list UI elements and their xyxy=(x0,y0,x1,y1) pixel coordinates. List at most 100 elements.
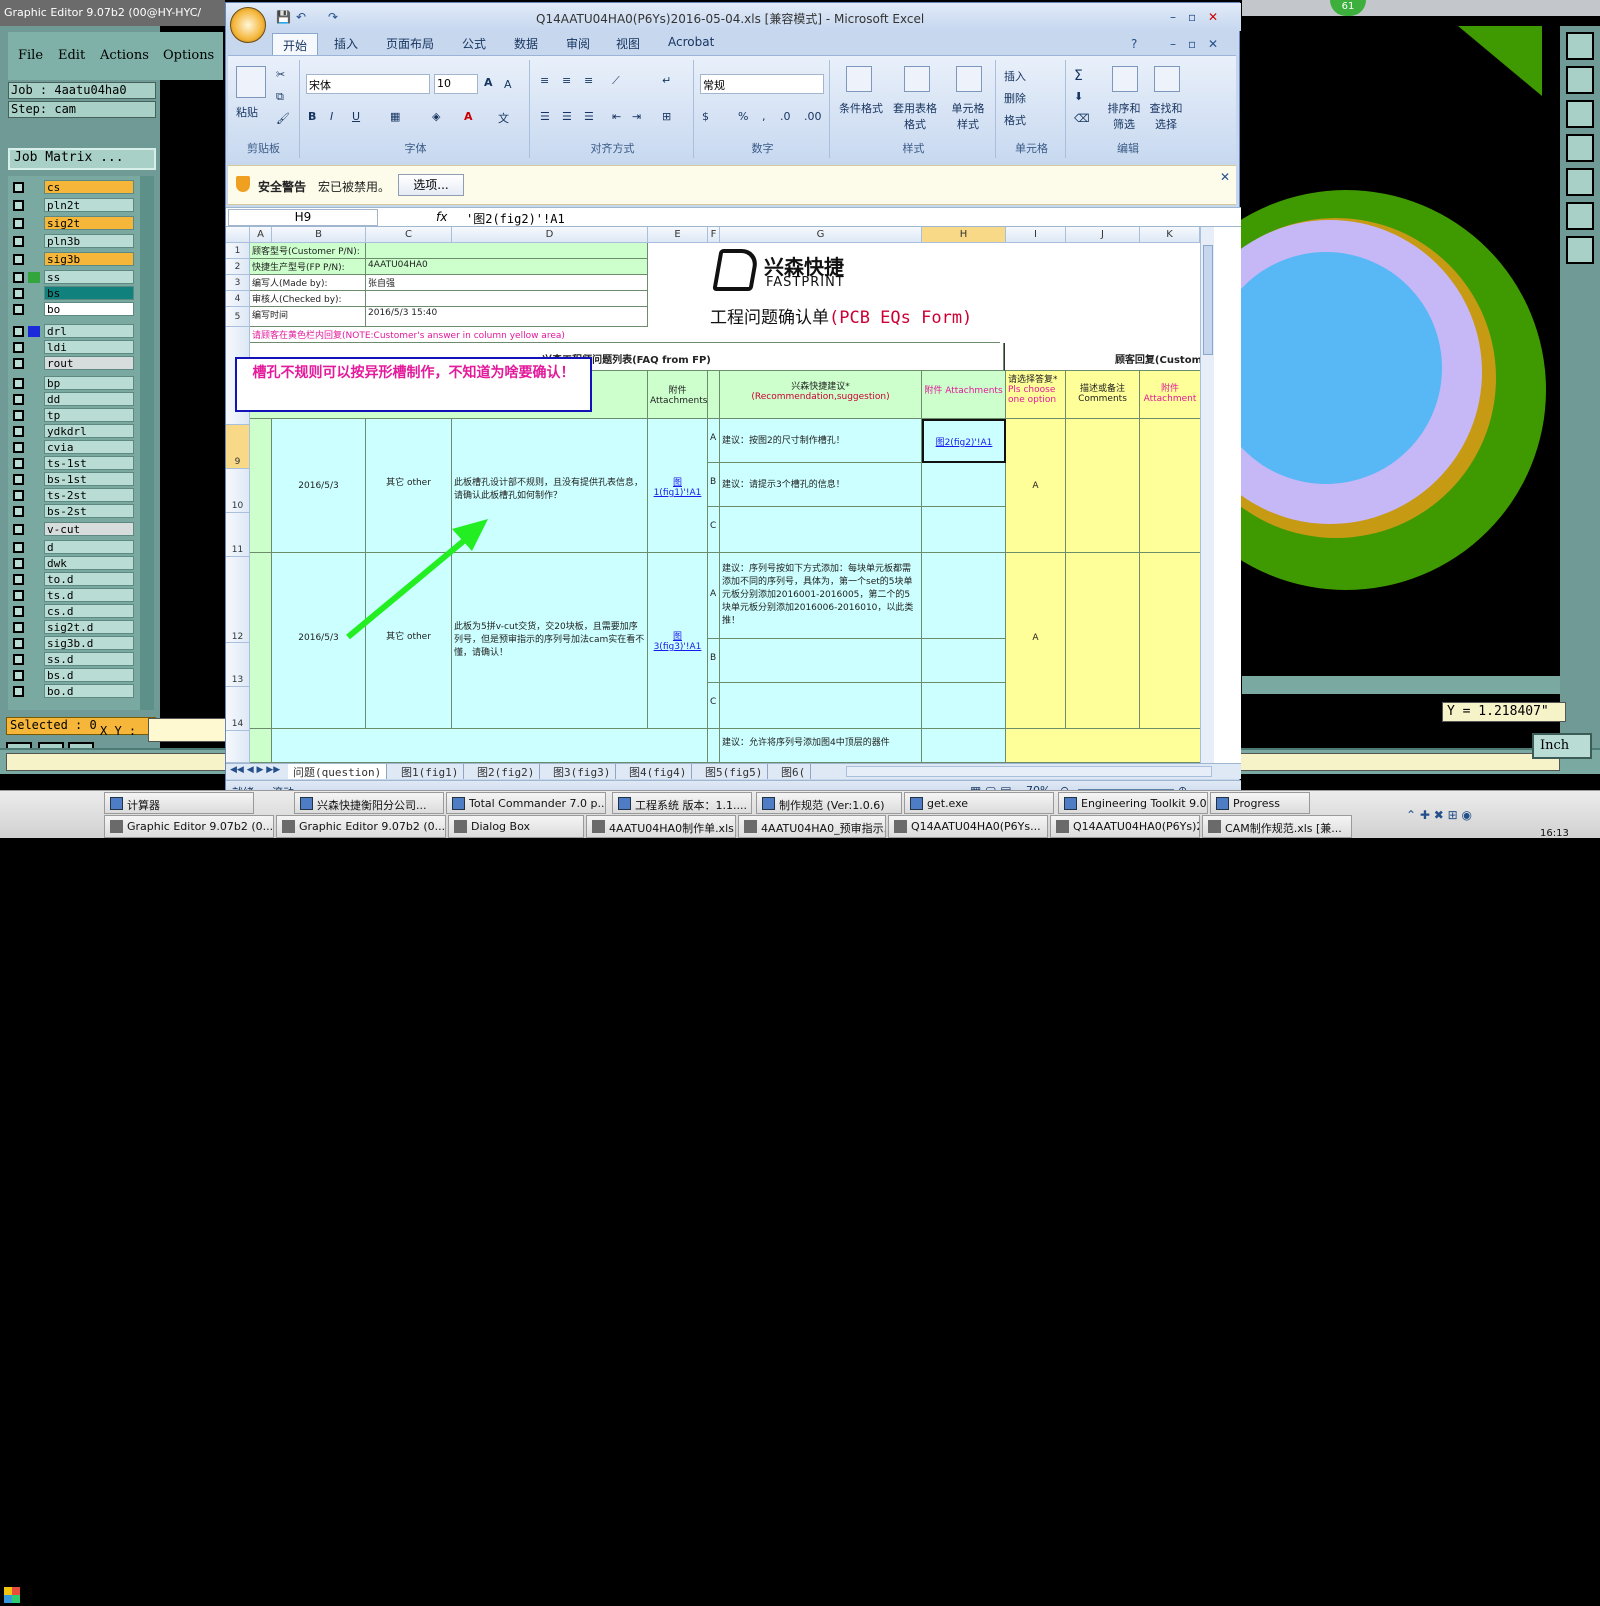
canvas-horizontal-scrollbar[interactable] xyxy=(1242,676,1560,694)
find-select-icon[interactable] xyxy=(1154,66,1180,92)
taskbar-item[interactable]: Engineering Toolkit 9.0... xyxy=(1058,792,1208,814)
layer-row-bs-1st[interactable]: bs-1st xyxy=(10,472,134,486)
row-header-9[interactable]: 9 xyxy=(226,425,250,469)
menu-actions[interactable]: Actions xyxy=(100,48,149,63)
layer-label[interactable]: ldi xyxy=(44,340,134,354)
tab-data[interactable]: 数据 xyxy=(514,35,538,52)
toolbar-button-4[interactable] xyxy=(1566,134,1594,162)
sort-filter-icon[interactable] xyxy=(1112,66,1138,92)
cell-made-time-value[interactable]: 2016/5/3 15:40 xyxy=(366,307,648,327)
column-header-a[interactable]: A xyxy=(250,227,272,243)
item2-attach-a[interactable] xyxy=(922,553,1006,639)
layer-checkbox[interactable] xyxy=(13,288,24,299)
layer-label[interactable]: pln2t xyxy=(44,198,134,212)
close-icon[interactable]: ✕ xyxy=(1208,10,1218,24)
row-header-14[interactable]: 14 xyxy=(226,687,250,731)
cell-style-label[interactable]: 单元格样式 xyxy=(948,100,988,132)
item1-selected-link[interactable]: 图2(fig2)'!A1 xyxy=(922,419,1006,463)
taskbar-item[interactable]: 4AATU04HA0_预审指示... xyxy=(738,815,886,838)
tab-home[interactable]: 开始 xyxy=(272,33,319,57)
layer-row-dd[interactable]: dd xyxy=(10,392,134,406)
xy-input[interactable] xyxy=(148,718,228,742)
layer-label[interactable]: sig2t xyxy=(44,216,134,230)
layer-checkbox[interactable] xyxy=(13,686,24,697)
toolbar-button-1[interactable] xyxy=(1566,32,1594,60)
item3-option[interactable] xyxy=(708,729,720,763)
row-header-13[interactable]: 13 xyxy=(226,643,250,687)
find-select-label[interactable]: 查找和选择 xyxy=(1146,100,1186,132)
layer-label[interactable]: sig2t.d xyxy=(44,620,134,634)
item1-suggestion-b[interactable]: 建议：请提示3个槽孔的信息！ xyxy=(720,463,922,507)
start-button[interactable]: 开始 xyxy=(2,1584,58,1606)
taskbar-item[interactable]: Graphic Editor 9.07b2 (0... xyxy=(104,815,274,838)
borders-icon[interactable]: ▦ xyxy=(390,110,400,123)
layer-row-cvia[interactable]: cvia xyxy=(10,440,134,454)
item2-attach-k[interactable] xyxy=(1140,553,1200,729)
doc-close-icon[interactable]: ✕ xyxy=(1208,37,1218,51)
item2-suggestion-c[interactable] xyxy=(720,683,922,729)
sheet-tab-fig6[interactable]: 图6( xyxy=(776,764,812,779)
layer-label[interactable]: ss.d xyxy=(44,652,134,666)
layer-checkbox[interactable] xyxy=(13,558,24,569)
item2-attach-b[interactable] xyxy=(922,639,1006,683)
row-header-1[interactable]: 1 xyxy=(226,243,250,259)
layer-label[interactable]: bs-1st xyxy=(44,472,134,486)
layer-checkbox[interactable] xyxy=(13,410,24,421)
layer-label[interactable]: to.d xyxy=(44,572,134,586)
layer-row-sig2t.d[interactable]: sig2t.d xyxy=(10,620,134,634)
tab-insert[interactable]: 插入 xyxy=(334,35,358,52)
decrease-indent-icon[interactable]: ⇤ xyxy=(612,110,621,123)
decrease-decimal-icon[interactable]: .00 xyxy=(804,110,822,123)
layer-checkbox[interactable] xyxy=(13,426,24,437)
sheet-tab-fig4[interactable]: 图4(fig4) xyxy=(624,764,693,779)
row-header-4[interactable]: 4 xyxy=(226,291,250,307)
align-bottom-icon[interactable]: ≡ xyxy=(584,74,593,87)
layer-row-sig3b.d[interactable]: sig3b.d xyxy=(10,636,134,650)
column-header-e[interactable]: E xyxy=(648,227,708,243)
tab-review[interactable]: 审阅 xyxy=(566,35,590,52)
vertical-scrollbar-thumb[interactable] xyxy=(1203,245,1213,355)
layer-row-to.d[interactable]: to.d xyxy=(10,572,134,586)
item1-attach-k[interactable] xyxy=(1140,419,1200,553)
underline-icon[interactable]: U xyxy=(352,110,360,123)
align-left-icon[interactable]: ☰ xyxy=(540,110,550,123)
taskbar-item[interactable]: Dialog Box xyxy=(448,815,584,838)
tab-formulas[interactable]: 公式 xyxy=(462,35,486,52)
align-center-icon[interactable]: ☰ xyxy=(562,110,572,123)
column-header-i[interactable]: I xyxy=(1006,227,1066,243)
toolbar-button-7[interactable] xyxy=(1566,236,1594,264)
help-icon[interactable]: ? xyxy=(1131,37,1137,51)
row-header-11[interactable]: 11 xyxy=(226,513,250,557)
layer-label[interactable]: bo.d xyxy=(44,684,134,698)
layer-label[interactable]: tp xyxy=(44,408,134,422)
cell-a-item3[interactable] xyxy=(250,729,272,763)
minimize-icon[interactable]: – xyxy=(1170,10,1176,24)
layer-label[interactable]: bo xyxy=(44,302,134,316)
item2-suggestion-b[interactable] xyxy=(720,639,922,683)
restore-icon[interactable]: ▫ xyxy=(1188,10,1196,24)
row-header-12[interactable]: 12 xyxy=(226,557,250,643)
layer-checkbox[interactable] xyxy=(13,358,24,369)
layer-row-v-cut[interactable]: v-cut xyxy=(10,522,134,536)
item2-suggestion-a[interactable]: 建议：序列号按如下方式添加：每块单元板都需添加不同的序列号，具体为，第一个set… xyxy=(720,553,922,639)
layer-label[interactable]: d xyxy=(44,540,134,554)
conditional-format-icon[interactable] xyxy=(846,66,872,92)
layer-checkbox[interactable] xyxy=(13,326,24,337)
row-header-10[interactable]: 10 xyxy=(226,469,250,513)
layer-checkbox[interactable] xyxy=(13,442,24,453)
layer-label[interactable]: pln3b xyxy=(44,234,134,248)
attachments-header-e[interactable]: 附件 Attachments xyxy=(648,371,708,419)
layer-row-bo[interactable]: bo xyxy=(10,302,134,316)
font-size-select[interactable]: 10 xyxy=(434,74,478,94)
sheet-nav-icons[interactable]: ◀◀ ◀ ▶ ▶▶ xyxy=(230,765,280,775)
item1-option-b[interactable]: B xyxy=(708,463,720,507)
column-header-g[interactable]: G xyxy=(720,227,922,243)
item2-option-c[interactable]: C xyxy=(708,683,720,729)
sheet-tab-fig2[interactable]: 图2(fig2) xyxy=(472,764,541,779)
taskbar-item[interactable]: 工程系统 版本：1.1.... xyxy=(612,792,752,814)
layer-label[interactable]: v-cut xyxy=(44,522,134,536)
grow-font-icon[interactable]: A xyxy=(484,76,493,89)
increase-decimal-icon[interactable]: .0 xyxy=(780,110,791,123)
fx-icon[interactable]: fx xyxy=(436,210,447,224)
comma-icon[interactable]: , xyxy=(762,110,766,123)
